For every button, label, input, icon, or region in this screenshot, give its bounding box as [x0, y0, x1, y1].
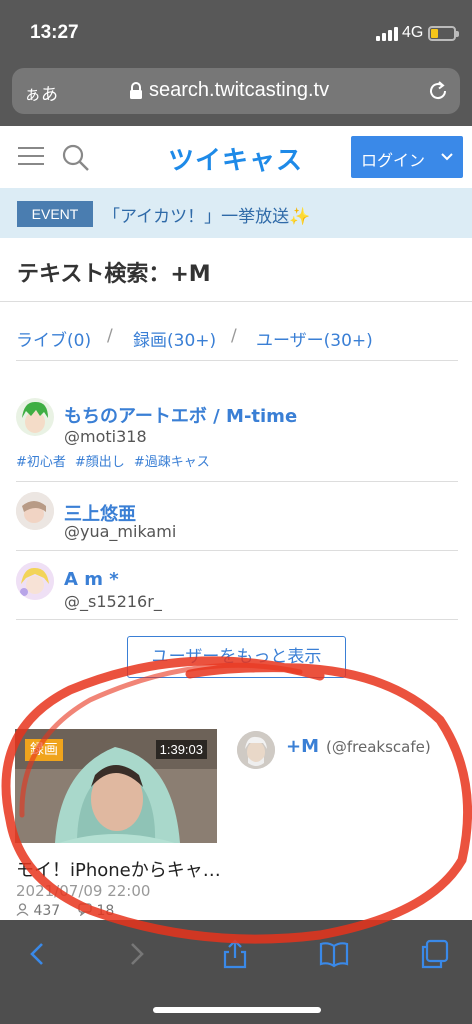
reload-icon[interactable] [426, 79, 450, 103]
forward-icon[interactable] [120, 938, 152, 970]
battery-icon [428, 26, 459, 41]
text-size-button[interactable]: ぁあ [24, 80, 58, 105]
chevron-down-icon [441, 153, 453, 161]
user-handle: @yua_mikami [64, 522, 177, 541]
tag[interactable]: #顔出し [75, 455, 125, 470]
url-text[interactable]: search.twitcasting.tv [149, 79, 329, 102]
broadcaster-avatar[interactable] [237, 731, 275, 769]
divider [16, 360, 458, 361]
status-bar: 13:27 4G [0, 0, 472, 62]
filter-live[interactable]: ライブ(0) [16, 326, 91, 351]
user-tags: #初心者 #顔出し #過疎キャス [16, 451, 219, 470]
filter-users[interactable]: ユーザー(30+) [256, 326, 373, 351]
filter-recordings[interactable]: 録画(30+) [133, 326, 216, 351]
network-type: 4G [402, 24, 424, 41]
home-indicator [153, 1007, 321, 1013]
broadcaster-handle: (@freakscafe) [326, 738, 431, 756]
broadcaster-name[interactable]: +M [286, 736, 319, 757]
tabs-icon[interactable] [418, 938, 450, 970]
user-avatar[interactable] [16, 492, 54, 530]
recording-stats: 437 18 [16, 903, 114, 919]
user-result[interactable]: もちのアートエボ / M-time @moti318 #初心者 #顔出し #過疎キャ… [0, 396, 472, 480]
lock-icon [130, 82, 142, 99]
duration-label: 1:39:03 [155, 740, 207, 759]
filter-separator: / [231, 326, 237, 346]
filter-separator: / [107, 326, 113, 346]
address-bar[interactable]: ぁあ search.twitcasting.tv [12, 68, 460, 114]
login-label: ログイン [361, 151, 426, 170]
site-logo[interactable]: ツイキャス [168, 140, 303, 177]
recording-title[interactable]: モイ！iPhoneからキャ… [16, 856, 221, 882]
user-handle: @_s15216r_ [64, 592, 162, 611]
user-handle: @moti318 [64, 427, 147, 446]
comment-count: 18 [96, 903, 115, 919]
divider [16, 481, 458, 482]
back-icon[interactable] [22, 938, 54, 970]
page-title: テキスト検索：+M [17, 262, 211, 287]
user-result[interactable]: A m * @_s15216r_ [0, 560, 472, 620]
event-banner[interactable]: EVENT 「アイカツ！」一挙放送✨ [0, 188, 472, 238]
site-header: ツイキャス ログイン [0, 126, 472, 188]
user-avatar[interactable] [16, 398, 54, 436]
more-users-button[interactable]: ユーザーをもっと表示 [127, 636, 346, 678]
user-avatar[interactable] [16, 562, 54, 600]
bookmarks-icon[interactable] [318, 938, 350, 970]
recording-date: 2021/07/09 22:00 [16, 882, 151, 900]
user-result[interactable]: 三上悠亜 @yua_mikami [0, 490, 472, 550]
viewer-count: 437 [33, 903, 61, 919]
user-name[interactable]: A m * [64, 569, 119, 590]
divider [0, 301, 472, 302]
hamburger-icon[interactable] [18, 146, 44, 166]
user-name[interactable]: もちのアートエボ / M-time [64, 402, 297, 428]
event-badge: EVENT [17, 201, 93, 227]
event-text[interactable]: 「アイカツ！」一挙放送✨ [103, 202, 310, 227]
status-time: 13:27 [30, 22, 79, 43]
search-icon[interactable] [62, 144, 90, 172]
comment-icon [78, 903, 92, 917]
divider [16, 619, 458, 620]
recording-thumbnail[interactable]: 録画 1:39:03 [15, 729, 217, 843]
viewer-icon [16, 903, 29, 916]
recording-badge: 録画 [25, 739, 63, 761]
tag[interactable]: #初心者 [16, 455, 66, 470]
divider [16, 550, 458, 551]
login-button[interactable]: ログイン [351, 136, 463, 178]
share-icon[interactable] [219, 938, 251, 970]
browser-toolbar [0, 920, 472, 1024]
signal-icon [376, 27, 398, 41]
browser-address-area: ぁあ search.twitcasting.tv [0, 62, 472, 126]
tag[interactable]: #過疎キャス [134, 455, 210, 470]
